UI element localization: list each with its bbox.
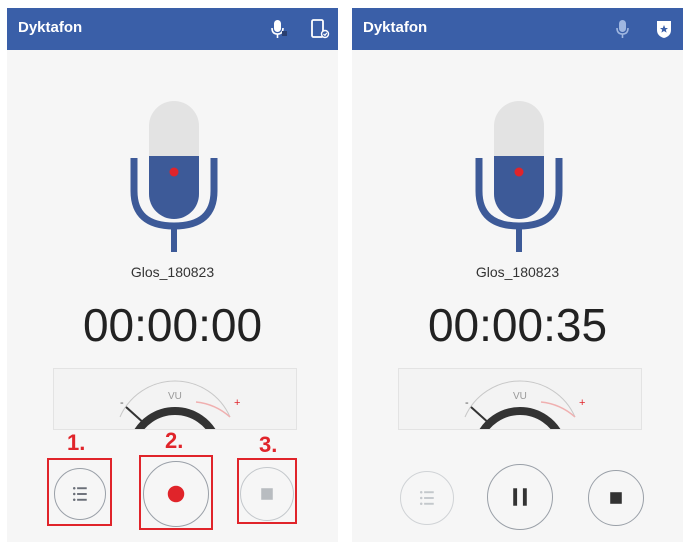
stop-icon [261,488,273,500]
microphone-illustration [130,101,218,252]
recording-file-name: Glos_180823 [475,264,560,280]
list-icon [419,490,434,506]
vu-label: VU [168,391,182,402]
shield-icon[interactable] [653,18,675,40]
stop-icon [610,492,622,504]
stop-button[interactable] [240,467,294,521]
recording-file-name: Glos_180823 [130,264,215,280]
record-icon [167,485,185,503]
stop-button[interactable] [588,470,644,526]
right-screen: Dyktafon Glos_180823 00:00:35 VU - + [352,8,683,542]
record-button[interactable] [143,461,209,527]
vu-plus-label: + [579,397,586,409]
vu-label: VU [513,391,527,402]
vu-minus-label: - [120,397,124,409]
device-icon[interactable] [308,18,330,40]
annotation-1: 1. [67,430,86,455]
app-title: Dyktafon [18,19,83,36]
microphone-icon[interactable] [267,18,289,40]
left-screen: Dyktafon Glos_180823 00:00:00 VU - + 1. … [7,8,338,542]
vu-meter: VU - + [398,368,642,430]
app-title: Dyktafon [363,19,428,36]
app-bar: Dyktafon [7,8,338,50]
recordings-list-button[interactable] [400,471,454,525]
pause-icon [513,488,527,506]
vu-minus-label: - [465,397,469,409]
list-icon [72,486,87,502]
pause-button[interactable] [487,464,553,530]
app-bar: Dyktafon [352,8,683,50]
annotation-3: 3. [259,432,278,457]
microphone-illustration [475,101,563,252]
microphone-icon[interactable] [612,18,634,40]
recording-timer: 00:00:35 [427,299,608,351]
recordings-list-button[interactable] [54,468,106,520]
vu-plus-label: + [234,397,241,409]
annotation-2: 2. [165,428,184,453]
vu-meter: VU - + [53,368,297,430]
recording-timer: 00:00:00 [82,299,263,351]
